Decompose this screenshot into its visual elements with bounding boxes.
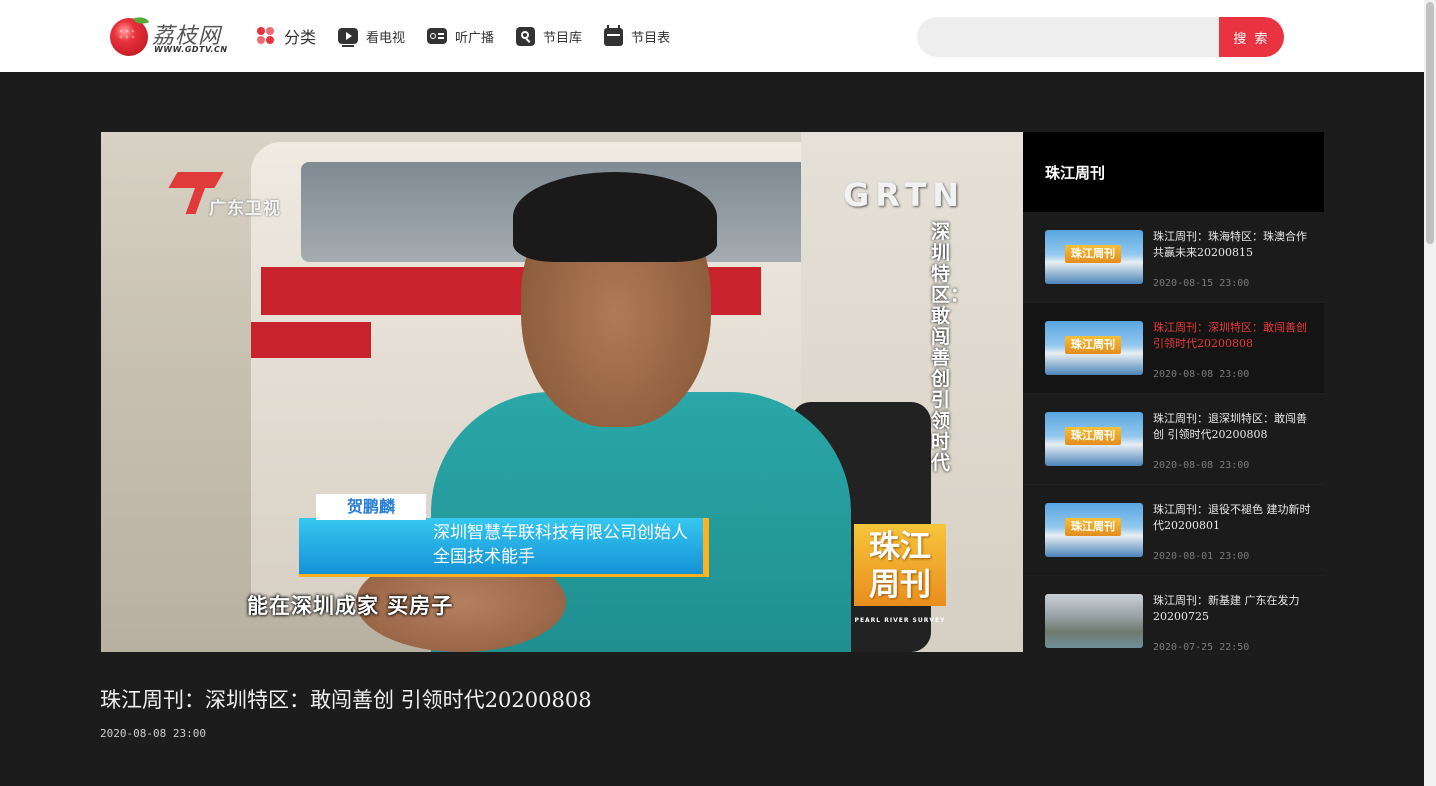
nav-label: 节目表	[631, 30, 671, 46]
thumbnail-badge: 珠江周刊	[1065, 336, 1121, 354]
grtn-watermark: GRTN	[843, 176, 966, 214]
episode-item[interactable]: 珠江周刊 珠江周刊：退役不褪色 建功新时代20200801 2020-08-01…	[1023, 485, 1324, 576]
episode-thumbnail[interactable]: 珠江周刊	[1045, 412, 1143, 466]
logo-subtext: WWW.GDTV.CN	[154, 45, 228, 54]
sidebar-title: 珠江周刊	[1023, 132, 1324, 212]
video-date: 2020-08-08 23:00	[100, 727, 206, 740]
scrollbar-thumb[interactable]	[1426, 2, 1434, 244]
episode-time: 2020-08-01 23:00	[1153, 551, 1250, 562]
search-button[interactable]: 搜 索	[1219, 17, 1284, 57]
episode-thumbnail[interactable]: 珠江周刊	[1045, 503, 1143, 557]
episode-sidebar: 珠江周刊 珠江周刊 珠江周刊：珠海特区：珠澳合作 共赢未来20200815 20…	[1023, 132, 1324, 652]
nav-item-watch-tv[interactable]: 看电视	[338, 27, 406, 47]
video-title: 珠江周刊：深圳特区：敢闯善创 引领时代20200808	[100, 688, 592, 712]
episode-time: 2020-08-08 23:00	[1153, 369, 1250, 380]
video-player[interactable]: 广东卫视 GRTN 深圳特区：敢闯善创 引领时代 珠江周刊 PEARL RIVE…	[101, 132, 1023, 652]
site-header: 荔枝网 WWW.GDTV.CN 分类 看电视 听广播 节目库 节目表 搜 索	[0, 0, 1424, 72]
lower-third-line2: 全国技术能手	[433, 547, 535, 567]
program-logo: 珠江周刊 PEARL RIVER SURVEY	[854, 524, 946, 624]
category-icon	[256, 26, 276, 46]
search-box: 搜 索	[917, 17, 1284, 57]
search-input[interactable]	[917, 17, 1219, 57]
episode-thumbnail[interactable]: 珠江周刊	[1045, 321, 1143, 375]
lower-third-name: 贺鹏麟	[316, 494, 426, 520]
video-vertical-title: 深圳特区：敢闯善创 引领时代	[931, 221, 970, 474]
nav-item-radio[interactable]: 听广播	[427, 27, 494, 46]
program-library-icon	[516, 26, 536, 46]
thumbnail-badge: 珠江周刊	[1065, 427, 1121, 445]
schedule-icon	[604, 25, 624, 46]
program-logo-text: 珠江周刊	[869, 529, 931, 603]
radio-icon	[427, 28, 448, 44]
episode-item[interactable]: 珠江周刊：新基建 广东在发力20200725 2020-07-25 22:50	[1023, 576, 1324, 652]
nav-item-program-library[interactable]: 节目库	[516, 26, 583, 46]
nav-item-schedule[interactable]: 节目表	[604, 25, 671, 46]
episode-title[interactable]: 珠江周刊：深圳特区：敢闯善创 引领时代20200808	[1153, 320, 1311, 352]
lower-third-line1: 深圳智慧车联科技有限公司创始人	[433, 523, 688, 543]
episode-thumbnail[interactable]	[1045, 594, 1143, 648]
episode-title[interactable]: 珠江周刊：珠海特区：珠澳合作 共赢未来20200815	[1153, 229, 1311, 261]
channel-logo-text: 广东卫视	[209, 199, 281, 219]
nav-label: 看电视	[366, 30, 406, 46]
episode-time: 2020-08-08 23:00	[1153, 460, 1250, 471]
thumbnail-badge: 珠江周刊	[1065, 518, 1121, 536]
lychee-logo-icon	[110, 13, 150, 56]
nav-label: 节目库	[543, 30, 583, 46]
episode-item[interactable]: 珠江周刊 珠江周刊：珠海特区：珠澳合作 共赢未来20200815 2020-08…	[1023, 212, 1324, 303]
episode-time: 2020-08-15 23:00	[1153, 278, 1250, 289]
tv-icon	[338, 28, 359, 47]
nav-item-category[interactable]: 分类	[256, 24, 316, 48]
video-subtitle: 能在深圳成家 买房子	[247, 594, 454, 618]
main-nav: 分类 看电视 听广播 节目库 节目表	[256, 22, 692, 50]
program-logo-en: PEARL RIVER SURVEY	[854, 617, 946, 624]
thumbnail-badge: 珠江周刊	[1065, 245, 1121, 263]
episode-time: 2020-07-25 22:50	[1153, 642, 1250, 652]
nav-label: 分类	[284, 28, 317, 47]
episode-thumbnail[interactable]: 珠江周刊	[1045, 230, 1143, 284]
site-logo[interactable]: 荔枝网 WWW.GDTV.CN	[108, 13, 228, 60]
episode-item[interactable]: 珠江周刊 珠江周刊：退深圳特区：敢闯善创 引领时代20200808 2020-0…	[1023, 394, 1324, 485]
page-scrollbar[interactable]	[1424, 0, 1436, 786]
episode-item-active[interactable]: 珠江周刊 珠江周刊：深圳特区：敢闯善创 引领时代20200808 2020-08…	[1023, 303, 1324, 394]
episode-title[interactable]: 珠江周刊：新基建 广东在发力20200725	[1153, 593, 1311, 625]
episode-title[interactable]: 珠江周刊：退深圳特区：敢闯善创 引领时代20200808	[1153, 411, 1311, 443]
episode-title[interactable]: 珠江周刊：退役不褪色 建功新时代20200801	[1153, 502, 1311, 534]
nav-label: 听广播	[455, 30, 495, 46]
